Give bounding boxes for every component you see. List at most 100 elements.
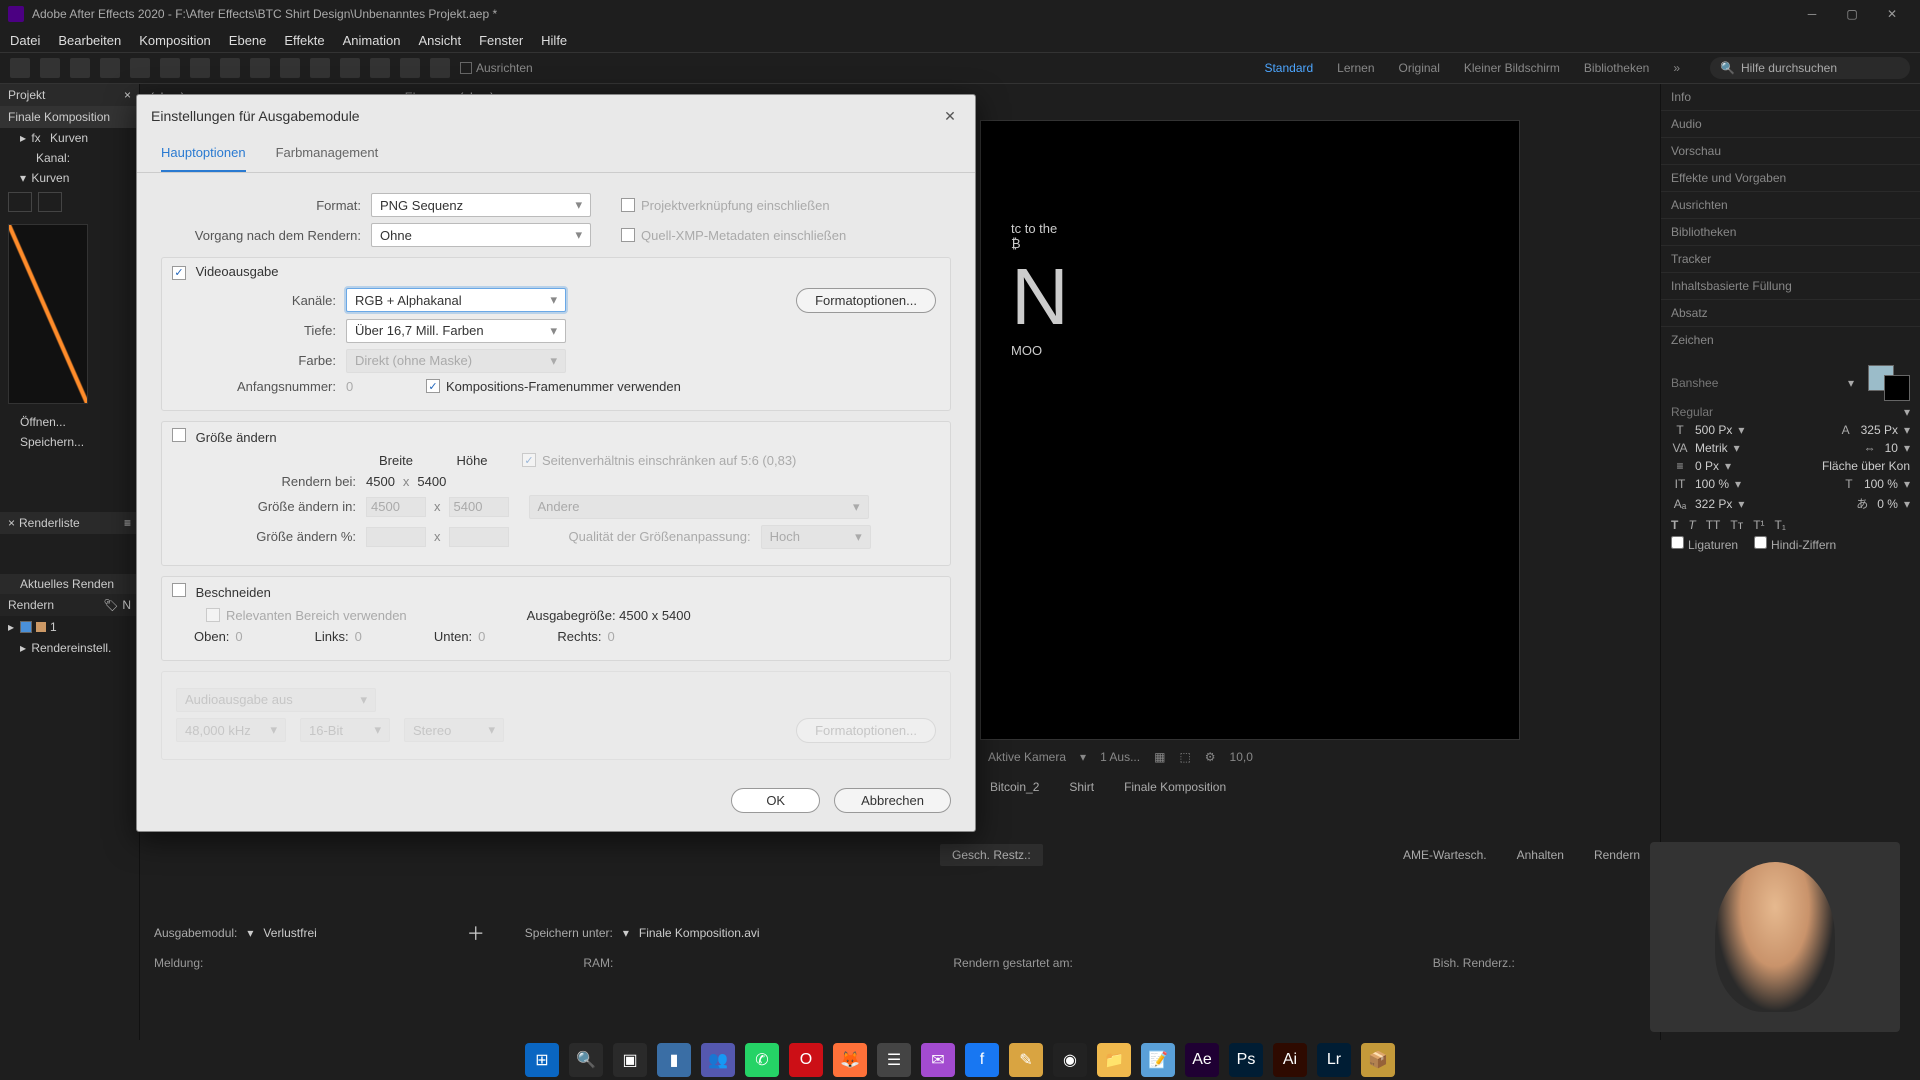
- baseline[interactable]: 322 Px: [1695, 497, 1732, 511]
- minimize-button[interactable]: ─: [1792, 0, 1832, 28]
- preview-ctrl-icon[interactable]: ▦: [1154, 750, 1165, 764]
- fx-toggle[interactable]: ▸ fx Kurven: [0, 128, 139, 148]
- kanale-dropdown[interactable]: RGB + Alphakanal▾: [346, 288, 566, 312]
- workspace-bibliotheken[interactable]: Bibliotheken: [1584, 61, 1649, 75]
- tool-home-icon[interactable]: [10, 58, 30, 78]
- tool-shape-icon[interactable]: [220, 58, 240, 78]
- taskbar-ps-icon[interactable]: Ps: [1229, 1043, 1263, 1077]
- verlustfrei-link[interactable]: Verlustfrei: [263, 926, 316, 940]
- projekt-checkbox[interactable]: [621, 198, 635, 212]
- xmp-checkbox[interactable]: [621, 228, 635, 242]
- taskbar-ai-icon[interactable]: Ai: [1273, 1043, 1307, 1077]
- panel-vorschau[interactable]: Vorschau: [1661, 138, 1920, 165]
- menu-datei[interactable]: Datei: [10, 33, 40, 48]
- open-button[interactable]: Öffnen...: [0, 412, 139, 432]
- workspace-standard[interactable]: Standard: [1264, 61, 1313, 75]
- tiefe-dropdown[interactable]: Über 16,7 Mill. Farben▾: [346, 319, 566, 343]
- kurven-expand[interactable]: ▾ Kurven: [0, 168, 139, 188]
- close-icon[interactable]: ×: [124, 88, 131, 102]
- workspace-original[interactable]: Original: [1399, 61, 1440, 75]
- tool-camera-icon[interactable]: [160, 58, 180, 78]
- taskbar-utility-icon[interactable]: ☰: [877, 1043, 911, 1077]
- taskbar-widgets-icon[interactable]: ▮: [657, 1043, 691, 1077]
- zoom-value[interactable]: 10,0: [1230, 750, 1253, 764]
- formatoptionen-button[interactable]: Formatoptionen...: [796, 288, 936, 313]
- taskbar-lr-icon[interactable]: Lr: [1317, 1043, 1351, 1077]
- workspace-more-icon[interactable]: »: [1673, 61, 1680, 75]
- menu-bearbeiten[interactable]: Bearbeiten: [58, 33, 121, 48]
- italic-icon[interactable]: T: [1688, 518, 1695, 532]
- vscale[interactable]: 100 %: [1695, 477, 1729, 491]
- ame-button[interactable]: AME-Wartesch.: [1403, 848, 1487, 862]
- render-item-row[interactable]: ▸ 1: [0, 616, 139, 638]
- curve-preset-1[interactable]: [8, 192, 32, 212]
- tool-zoom-icon[interactable]: [100, 58, 120, 78]
- curve-preset-2[interactable]: [38, 192, 62, 212]
- workspace-kleiner[interactable]: Kleiner Bildschirm: [1464, 61, 1560, 75]
- leading[interactable]: 325 Px: [1861, 423, 1898, 437]
- preview-ctrl-icon[interactable]: ⬚: [1179, 750, 1190, 764]
- taskbar-ae-icon[interactable]: Ae: [1185, 1043, 1219, 1077]
- kompframe-checkbox[interactable]: [426, 379, 440, 393]
- tool-rotate-icon[interactable]: [130, 58, 150, 78]
- taskbar-files-icon[interactable]: 📁: [1097, 1043, 1131, 1077]
- menu-hilfe[interactable]: Hilfe: [541, 33, 567, 48]
- anhalten-button[interactable]: Anhalten: [1517, 848, 1564, 862]
- preview-ctrl-icon[interactable]: ⚙: [1205, 750, 1216, 764]
- renderliste-tab[interactable]: × Renderliste ≡: [0, 512, 139, 534]
- panel-zeichen[interactable]: Zeichen: [1661, 327, 1920, 353]
- taskbar-facebook-icon[interactable]: f: [965, 1043, 999, 1077]
- panel-effekte[interactable]: Effekte und Vorgaben: [1661, 165, 1920, 192]
- save-button[interactable]: Speichern...: [0, 432, 139, 452]
- aktive-kamera-dropdown[interactable]: Aktive Kamera: [988, 750, 1066, 764]
- tab-farbmanagement[interactable]: Farbmanagement: [276, 137, 379, 172]
- font-dropdown[interactable]: Banshee: [1671, 376, 1842, 390]
- panel-ausrichten[interactable]: Ausrichten: [1661, 192, 1920, 219]
- tool-text-icon[interactable]: [280, 58, 300, 78]
- menu-fenster[interactable]: Fenster: [479, 33, 523, 48]
- font-size[interactable]: 500 Px: [1695, 423, 1732, 437]
- panel-menu-icon[interactable]: ≡: [124, 516, 131, 530]
- groesse-checkbox[interactable]: [172, 428, 186, 442]
- tool-stamp-icon[interactable]: [340, 58, 360, 78]
- taskbar-notepad-icon[interactable]: 📝: [1141, 1043, 1175, 1077]
- taskbar-folder2-icon[interactable]: 📦: [1361, 1043, 1395, 1077]
- comp-tab-finale[interactable]: Finale Komposition: [1124, 780, 1226, 794]
- rendern-button[interactable]: Rendern: [1594, 848, 1640, 862]
- workspace-lernen[interactable]: Lernen: [1337, 61, 1374, 75]
- output-file-link[interactable]: Finale Komposition.avi: [639, 926, 760, 940]
- tool-puppet-icon[interactable]: [430, 58, 450, 78]
- projekt-tab[interactable]: Projekt ×: [0, 84, 139, 106]
- tool-pen-icon[interactable]: [250, 58, 270, 78]
- taskbar-firefox-icon[interactable]: 🦊: [833, 1043, 867, 1077]
- cancel-button[interactable]: Abbrechen: [834, 788, 951, 813]
- taskbar-notes-icon[interactable]: ✎: [1009, 1043, 1043, 1077]
- beschneiden-checkbox[interactable]: [172, 583, 186, 597]
- panel-tracker[interactable]: Tracker: [1661, 246, 1920, 273]
- videoausgabe-checkbox[interactable]: [172, 266, 186, 280]
- menu-animation[interactable]: Animation: [343, 33, 401, 48]
- taskbar-teams-icon[interactable]: 👥: [701, 1043, 735, 1077]
- tool-hand-icon[interactable]: [70, 58, 90, 78]
- tool-eraser-icon[interactable]: [370, 58, 390, 78]
- menu-ebene[interactable]: Ebene: [229, 33, 267, 48]
- ausrichten-toggle[interactable]: Ausrichten: [460, 61, 533, 75]
- close-window-button[interactable]: ✕: [1872, 0, 1912, 28]
- vorgang-dropdown[interactable]: Ohne▾: [371, 223, 591, 247]
- allcaps-icon[interactable]: TT: [1706, 518, 1721, 532]
- tsume[interactable]: 0 %: [1877, 497, 1898, 511]
- panel-inhalt[interactable]: Inhaltsbasierte Füllung: [1661, 273, 1920, 300]
- panel-absatz[interactable]: Absatz: [1661, 300, 1920, 327]
- fill-over-dropdown[interactable]: Fläche über Kon: [1822, 459, 1910, 473]
- ok-button[interactable]: OK: [731, 788, 820, 813]
- hscale[interactable]: 100 %: [1864, 477, 1898, 491]
- panel-info[interactable]: Info: [1661, 84, 1920, 111]
- format-dropdown[interactable]: PNG Sequenz▾: [371, 193, 591, 217]
- maximize-button[interactable]: ▢: [1832, 0, 1872, 28]
- taskbar-search-icon[interactable]: 🔍: [569, 1043, 603, 1077]
- ligaturen-check[interactable]: Ligaturen: [1671, 536, 1738, 552]
- tool-brush-icon[interactable]: [310, 58, 330, 78]
- taskbar-messenger-icon[interactable]: ✉: [921, 1043, 955, 1077]
- dialog-close-button[interactable]: ✕: [939, 105, 961, 127]
- taskbar-opera-icon[interactable]: O: [789, 1043, 823, 1077]
